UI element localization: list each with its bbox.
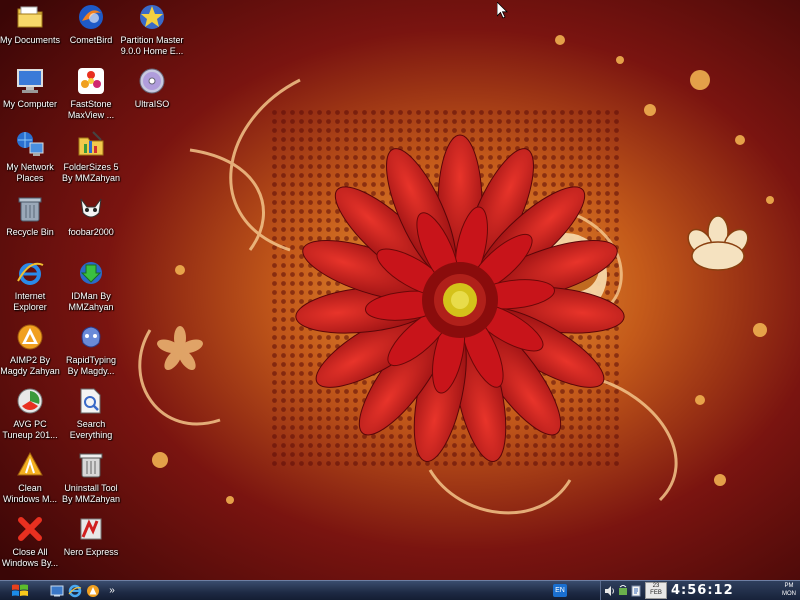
- desktop-icon-label: My Documents: [0, 35, 61, 45]
- desktop-icon[interactable]: foobar2000: [59, 194, 123, 238]
- desktop-icon[interactable]: RapidTyping By Magdy...: [59, 322, 123, 377]
- nero-icon: [76, 514, 106, 544]
- aimp-icon: [15, 322, 45, 352]
- folder-icon: [15, 2, 45, 32]
- desktop-icon-label: Recycle Bin: [6, 227, 54, 237]
- desktop-icon-label: My Network Places: [6, 162, 54, 183]
- desktop-icon[interactable]: AVG PC Tuneup 201...: [0, 386, 62, 441]
- clock-minutes: 56: [687, 583, 708, 598]
- foobar-icon: [76, 194, 106, 224]
- desktop-icon[interactable]: Search Everything: [59, 386, 123, 441]
- desktop-icon[interactable]: Uninstall Tool By MMZahyan: [59, 450, 123, 505]
- desktop-icon-label: Search Everything: [69, 419, 113, 440]
- clock-seconds: 12: [713, 583, 734, 598]
- desktop-icon[interactable]: UltraISO: [120, 66, 184, 110]
- taskbar: » EN 23 FEB 4:56:12 PM MON: [0, 580, 800, 600]
- clock-day: PM MON: [779, 582, 799, 598]
- desktop-icon-label: AIMP2 By Magdy Zahyan: [0, 355, 60, 376]
- desktop-icon-label: FolderSizes 5 By MMZahyan: [61, 162, 121, 183]
- show-desktop-icon[interactable]: [49, 583, 65, 599]
- network-icon: [15, 129, 45, 159]
- document-tray-icon[interactable]: [629, 583, 643, 598]
- desktop-icon[interactable]: AIMP2 By Magdy Zahyan: [0, 322, 62, 377]
- faststone-icon: [76, 66, 106, 96]
- desktop-icon[interactable]: Recycle Bin: [0, 194, 62, 238]
- volume-icon[interactable]: [603, 583, 617, 598]
- desktop-icon[interactable]: Close All Windows By...: [0, 514, 62, 569]
- cometbird-icon: [76, 2, 106, 32]
- clean-windows-icon: [15, 450, 45, 480]
- avg-icon: [15, 386, 45, 416]
- clock-date-month: FEB: [650, 590, 662, 596]
- desktop-icon[interactable]: Partition Master 9.0.0 Home E...: [120, 2, 184, 57]
- clock-weekday: MON: [782, 591, 796, 597]
- desktop-icon[interactable]: CometBird: [59, 2, 123, 46]
- desktop-icon-label: Nero Express: [63, 547, 119, 557]
- desktop-icon[interactable]: My Computer: [0, 66, 62, 110]
- uninstall-tool-icon: [76, 450, 106, 480]
- desktop-icon-label: Close All Windows By...: [1, 547, 59, 568]
- start-button[interactable]: [0, 581, 40, 600]
- safely-remove-hardware-icon[interactable]: [616, 583, 630, 598]
- close-all-icon: [15, 514, 45, 544]
- desktop-icon-label: FastStone MaxView ...: [67, 99, 115, 120]
- quick-launch-more[interactable]: »: [104, 582, 120, 598]
- computer-icon: [15, 66, 45, 96]
- desktop-icon-label: AVG PC Tuneup 201...: [2, 419, 58, 440]
- desktop-icon-label: Clean Windows M...: [2, 483, 57, 504]
- windows-logo-icon: [12, 584, 28, 596]
- clock-time[interactable]: 4:56:12: [671, 582, 734, 599]
- disc-icon: [137, 66, 167, 96]
- desktop-icon[interactable]: Nero Express: [59, 514, 123, 558]
- idm-icon: [76, 258, 106, 288]
- partition-master-icon: [137, 2, 167, 32]
- desktop-icon-label: My Computer: [2, 99, 57, 109]
- clock-date-day: 23: [652, 583, 660, 589]
- desktop-icon[interactable]: My Documents: [0, 2, 62, 46]
- desktop-icon-label: CometBird: [69, 35, 113, 45]
- recycle-bin-icon: [15, 194, 45, 224]
- desktop-icon-label: RapidTyping By Magdy...: [65, 355, 117, 376]
- internet-explorer-quicklaunch-icon[interactable]: [67, 583, 83, 599]
- foldersizes-icon: [76, 129, 106, 159]
- desktop-icon-label: Partition Master 9.0.0 Home E...: [120, 35, 184, 56]
- system-tray: EN 23 FEB 4:56:12 PM MON: [553, 581, 800, 600]
- desktop-icon[interactable]: Clean Windows M...: [0, 450, 62, 505]
- rapidtyping-icon: [76, 322, 106, 352]
- internet-explorer-icon: [15, 258, 45, 288]
- search-everything-icon: [76, 386, 106, 416]
- desktop-icon[interactable]: FolderSizes 5 By MMZahyan: [59, 129, 123, 184]
- clock-hours: 4: [671, 583, 682, 598]
- aimp-quicklaunch-icon[interactable]: [85, 583, 101, 599]
- clock-date[interactable]: 23 FEB: [645, 582, 667, 599]
- desktop-icon-label: foobar2000: [68, 227, 114, 237]
- desktop-icon[interactable]: Internet Explorer: [0, 258, 62, 313]
- desktop-icon-label: Uninstall Tool By MMZahyan: [61, 483, 121, 504]
- desktop-icon[interactable]: IDMan By MMZahyan: [59, 258, 123, 313]
- desktop-icon-label: Internet Explorer: [13, 291, 47, 312]
- desktop-icon-label: IDMan By MMZahyan: [68, 291, 114, 312]
- desktop-icon[interactable]: My Network Places: [0, 129, 62, 184]
- desktop-icon[interactable]: FastStone MaxView ...: [59, 66, 123, 121]
- desktop-icon-label: UltraISO: [134, 99, 170, 109]
- mouse-cursor-icon: [497, 2, 508, 19]
- language-indicator[interactable]: EN: [553, 584, 567, 597]
- clock-ampm: PM: [784, 583, 794, 589]
